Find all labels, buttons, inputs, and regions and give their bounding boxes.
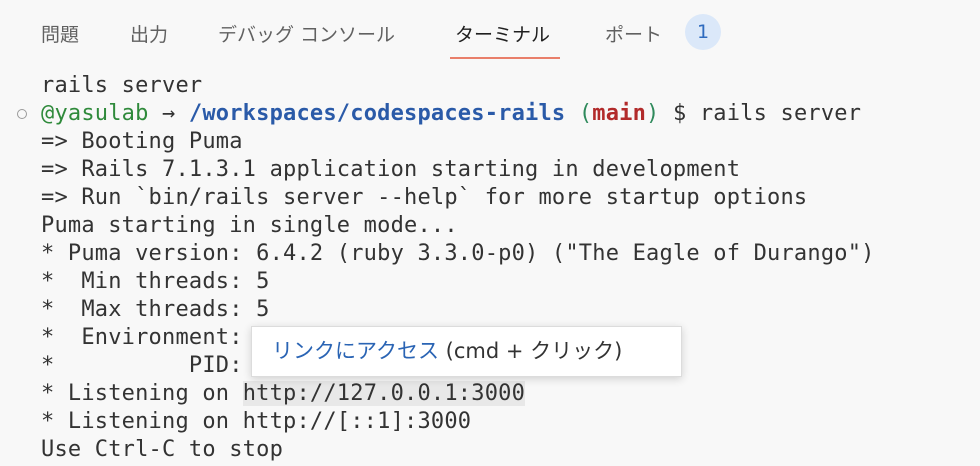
prompt-paren-close: ): [646, 101, 660, 126]
terminal-listening-line: * Listening on http://127.0.0.1:3000: [41, 380, 526, 408]
tab-problems[interactable]: 問題: [41, 20, 79, 47]
prompt-arrow: →: [148, 101, 189, 126]
tab-debug-console[interactable]: デバッグ コンソール: [218, 20, 395, 47]
terminal-line: => Rails 7.1.3.1 application starting in…: [41, 157, 741, 182]
terminal-line: * Environment:: [41, 325, 243, 350]
terminal-line: * PID:: [41, 353, 243, 378]
prompt-user: @yasulab: [41, 101, 149, 126]
link-hover-tooltip: リンクにアクセス (cmd + クリック): [251, 326, 682, 377]
prompt-paren-open: (: [565, 101, 593, 126]
terminal-line: rails server: [41, 73, 203, 98]
terminal-line: => Run `bin/rails server --help` for mor…: [41, 185, 808, 210]
ports-count-badge: 1: [685, 14, 721, 50]
terminal-line: * Max threads: 5: [41, 297, 270, 322]
command-decoration-icon[interactable]: [17, 109, 27, 119]
terminal-line: * Puma version: 6.4.2 (ruby 3.3.0-p0) ("…: [41, 241, 875, 266]
terminal-line: Puma starting in single mode...: [41, 213, 458, 238]
listening-prefix: * Listening on: [41, 381, 243, 406]
tab-output[interactable]: 出力: [130, 20, 168, 47]
terminal-panel: 問題 出力 デバッグ コンソール ターミナル ポート 1 rails serve…: [0, 0, 980, 466]
tab-ports[interactable]: ポート: [605, 20, 662, 47]
prompt-branch: main: [592, 101, 647, 126]
follow-link-action[interactable]: リンクにアクセス: [272, 339, 439, 363]
prompt-command: $ rails server: [659, 101, 862, 126]
terminal-line: Use Ctrl-C to stop: [41, 437, 284, 462]
prompt-path: /workspaces/codespaces-rails: [188, 101, 566, 126]
terminal-line: * Min threads: 5: [41, 269, 270, 294]
terminal-line: => Booting Puma: [41, 129, 243, 154]
tab-terminal[interactable]: ターミナル: [455, 20, 550, 47]
terminal-output[interactable]: rails server @yasulab → /workspaces/code…: [0, 64, 980, 466]
active-tab-indicator: [450, 57, 560, 59]
terminal-prompt-line: @yasulab → /workspaces/codespaces-rails …: [41, 100, 861, 128]
follow-link-hint: (cmd + クリック): [438, 339, 623, 363]
localhost-link[interactable]: http://127.0.0.1:3000: [242, 381, 526, 406]
terminal-line: * Listening on http://[::1]:3000: [41, 409, 472, 434]
panel-tab-bar: 問題 出力 デバッグ コンソール ターミナル ポート 1: [0, 0, 980, 64]
